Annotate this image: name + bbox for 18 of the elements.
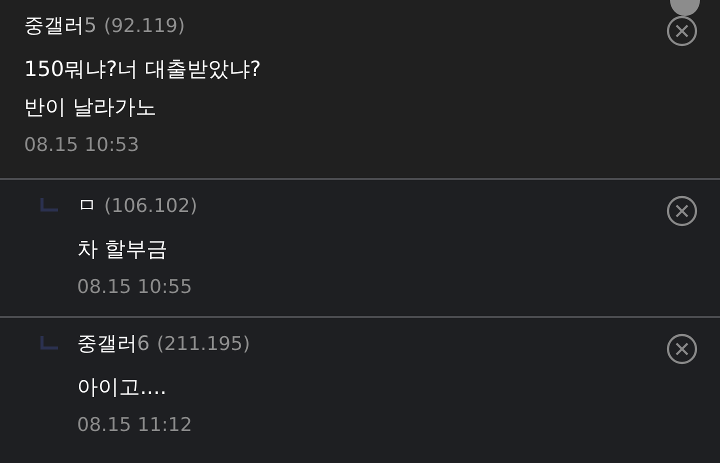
- comment-text: 아이고....: [77, 374, 168, 401]
- comment-text: 반이 날라가노: [24, 94, 158, 121]
- ip-address: (92.119): [104, 15, 186, 37]
- comment-text: 150뭐냐?너 대출받았냐?: [24, 56, 262, 83]
- delete-button[interactable]: [666, 333, 698, 365]
- nickname: 중갤러6: [77, 330, 150, 357]
- ip-address: (106.102): [104, 195, 198, 217]
- ip-address: (211.195): [156, 333, 250, 355]
- nickname: ㅁ: [77, 192, 97, 219]
- delete-button[interactable]: [666, 195, 698, 227]
- delete-button[interactable]: [666, 15, 698, 47]
- reply-indent-icon: [40, 336, 60, 350]
- timestamp: 08.15 11:12: [77, 413, 194, 438]
- timestamp: 08.15 10:53: [24, 133, 140, 158]
- timestamp: 08.15 10:55: [77, 275, 194, 300]
- reply-indent-icon: [40, 198, 60, 212]
- comment-text: 차 할부금: [77, 236, 169, 263]
- nickname: 중갤러 5: [24, 12, 97, 39]
